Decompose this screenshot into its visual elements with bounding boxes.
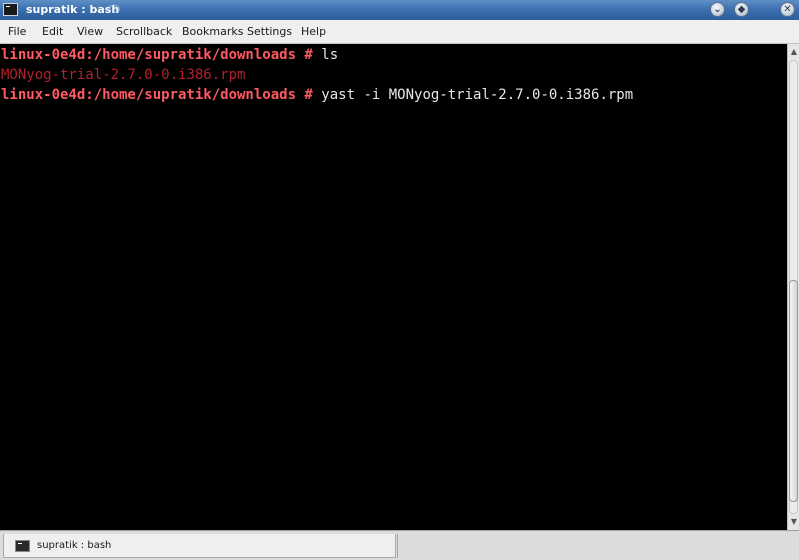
shell-prompt: linux-0e4d:/home/supratik/downloads # <box>1 47 313 63</box>
shell-command: ls <box>312 47 339 63</box>
menu-file[interactable]: File <box>8 25 26 39</box>
shell-command: yast -i MONyog-trial-2.7.0-0.i386.rpm <box>312 87 634 103</box>
terminal-icon <box>15 540 30 552</box>
menu-view[interactable]: View <box>77 25 103 39</box>
session-tab[interactable]: supratik : bash <box>3 534 396 558</box>
tab-bar-empty-area <box>397 534 797 558</box>
scroll-thumb[interactable] <box>789 280 798 502</box>
diamond-icon: ◆ <box>737 4 746 15</box>
terminal-line: MONyog-trial-2.7.0-0.i386.rpm <box>1 65 245 85</box>
terminal-line: linux-0e4d:/home/supratik/downloads # ya… <box>1 85 633 105</box>
menu-edit[interactable]: Edit <box>42 25 63 39</box>
terminal-output[interactable]: linux-0e4d:/home/supratik/downloads # ls… <box>0 44 787 530</box>
window-titlebar[interactable]: supratik : bash ⌄ ◆ ✕ <box>0 0 799 20</box>
menu-bookmarks[interactable]: Bookmarks <box>182 25 243 39</box>
minimize-button[interactable]: ⌄ <box>710 2 725 17</box>
maximize-button[interactable]: ◆ <box>734 2 749 17</box>
scroll-up-icon[interactable]: ▲ <box>789 46 799 58</box>
file-listing: MONyog-trial-2.7.0-0.i386.rpm <box>1 67 246 83</box>
shell-prompt: linux-0e4d:/home/supratik/downloads # <box>1 87 313 103</box>
vertical-scrollbar[interactable]: ▲ ▼ <box>787 44 799 530</box>
chameleon-logo-icon <box>105 4 120 14</box>
menu-help[interactable]: Help <box>301 25 326 39</box>
menu-scrollback[interactable]: Scrollback <box>116 25 172 39</box>
session-tab-bar: supratik : bash <box>0 530 799 560</box>
close-icon: ✕ <box>783 4 792 15</box>
terminal-line: linux-0e4d:/home/supratik/downloads # ls <box>1 45 338 65</box>
menu-bar: File Edit View Scrollback Bookmarks Sett… <box>0 20 799 44</box>
scroll-down-icon[interactable]: ▼ <box>789 516 799 528</box>
close-button[interactable]: ✕ <box>780 2 795 17</box>
chevron-down-icon: ⌄ <box>713 4 722 15</box>
session-tab-label: supratik : bash <box>37 540 112 551</box>
menu-settings[interactable]: Settings <box>247 25 292 39</box>
terminal-icon[interactable] <box>3 3 18 16</box>
